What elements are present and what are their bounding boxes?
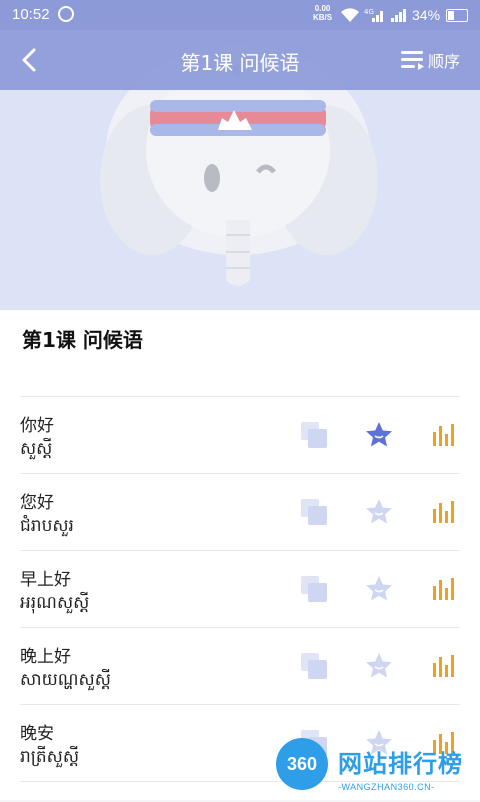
signal-icon <box>391 9 406 22</box>
favorite-star-icon[interactable] <box>364 420 394 450</box>
watermark-url: -WANGZHAN360.CN- <box>338 782 435 792</box>
phrase-khmer: រាត្រីសួស្តី <box>20 747 80 767</box>
watermark-name: 网站排行榜 <box>338 750 463 778</box>
phrase-chinese: 晚上好 <box>20 647 71 667</box>
phrase-chinese: 晚安 <box>20 724 54 744</box>
audio-level-icon[interactable] <box>430 420 460 450</box>
section-title: 第1课 问候语 <box>22 328 143 352</box>
phrase-list-panel: 第1课 问候语 你好 សួស្តី 您好 ជំរាបសួរ 早上好 អរុណសួ… <box>0 310 480 800</box>
phrase-khmer: សួស្តី <box>20 439 53 459</box>
battery-icon <box>446 9 468 22</box>
copy-icon[interactable] <box>299 420 329 450</box>
phrase-chinese: 早上好 <box>20 570 71 590</box>
list-item[interactable]: 早上好 អរុណសួស្តី <box>20 550 460 627</box>
copy-icon[interactable] <box>299 651 329 681</box>
battery-percent: 34% <box>412 7 441 23</box>
alarm-icon <box>58 6 74 22</box>
speed-value: 0.00 <box>314 4 331 13</box>
list-item[interactable]: 晚上好 សាយណ្ហសួស្តី <box>20 627 460 704</box>
favorite-star-icon[interactable] <box>364 574 394 604</box>
list-order-icon <box>400 51 424 70</box>
copy-icon[interactable] <box>299 574 329 604</box>
phrase-khmer: សាយណ្ហសួស្តី <box>20 670 111 690</box>
phrase-chinese: 您好 <box>20 493 54 513</box>
app-bar: 第1课 问候语 顺序 <box>0 30 480 90</box>
watermark: 360 网站排行榜 -WANGZHAN360.CN- <box>268 738 480 800</box>
speed-unit: KB/S <box>313 13 333 22</box>
copy-icon[interactable] <box>299 497 329 527</box>
watermark-logo: 360 <box>276 738 328 790</box>
order-button[interactable]: 顺序 <box>400 48 460 72</box>
audio-level-icon[interactable] <box>430 497 460 527</box>
network-speed: 0.00 KB/S <box>313 4 332 22</box>
list-item[interactable]: 你好 សួស្តី <box>20 396 460 473</box>
signal-4g-icon: 4G <box>364 8 383 22</box>
wifi-icon <box>341 8 359 22</box>
lesson-hero-banner: 第1课 问候语 顺序 <box>0 30 480 310</box>
phrase-khmer: ជំរាបសួរ <box>20 516 74 536</box>
favorite-star-icon[interactable] <box>364 497 394 527</box>
list-item[interactable]: 您好 ជំរាបសួរ <box>20 473 460 550</box>
order-label: 顺序 <box>427 52 460 71</box>
favorite-star-icon[interactable] <box>364 651 394 681</box>
audio-level-icon[interactable] <box>430 651 460 681</box>
status-bar: 10:52 0.00 KB/S 4G 34% <box>0 0 480 30</box>
phrase-khmer: អរុណសួស្តី <box>20 593 90 613</box>
network-type: 4G <box>364 8 374 16</box>
phrase-chinese: 你好 <box>20 416 54 436</box>
audio-level-icon[interactable] <box>430 574 460 604</box>
status-time: 10:52 <box>12 6 50 23</box>
